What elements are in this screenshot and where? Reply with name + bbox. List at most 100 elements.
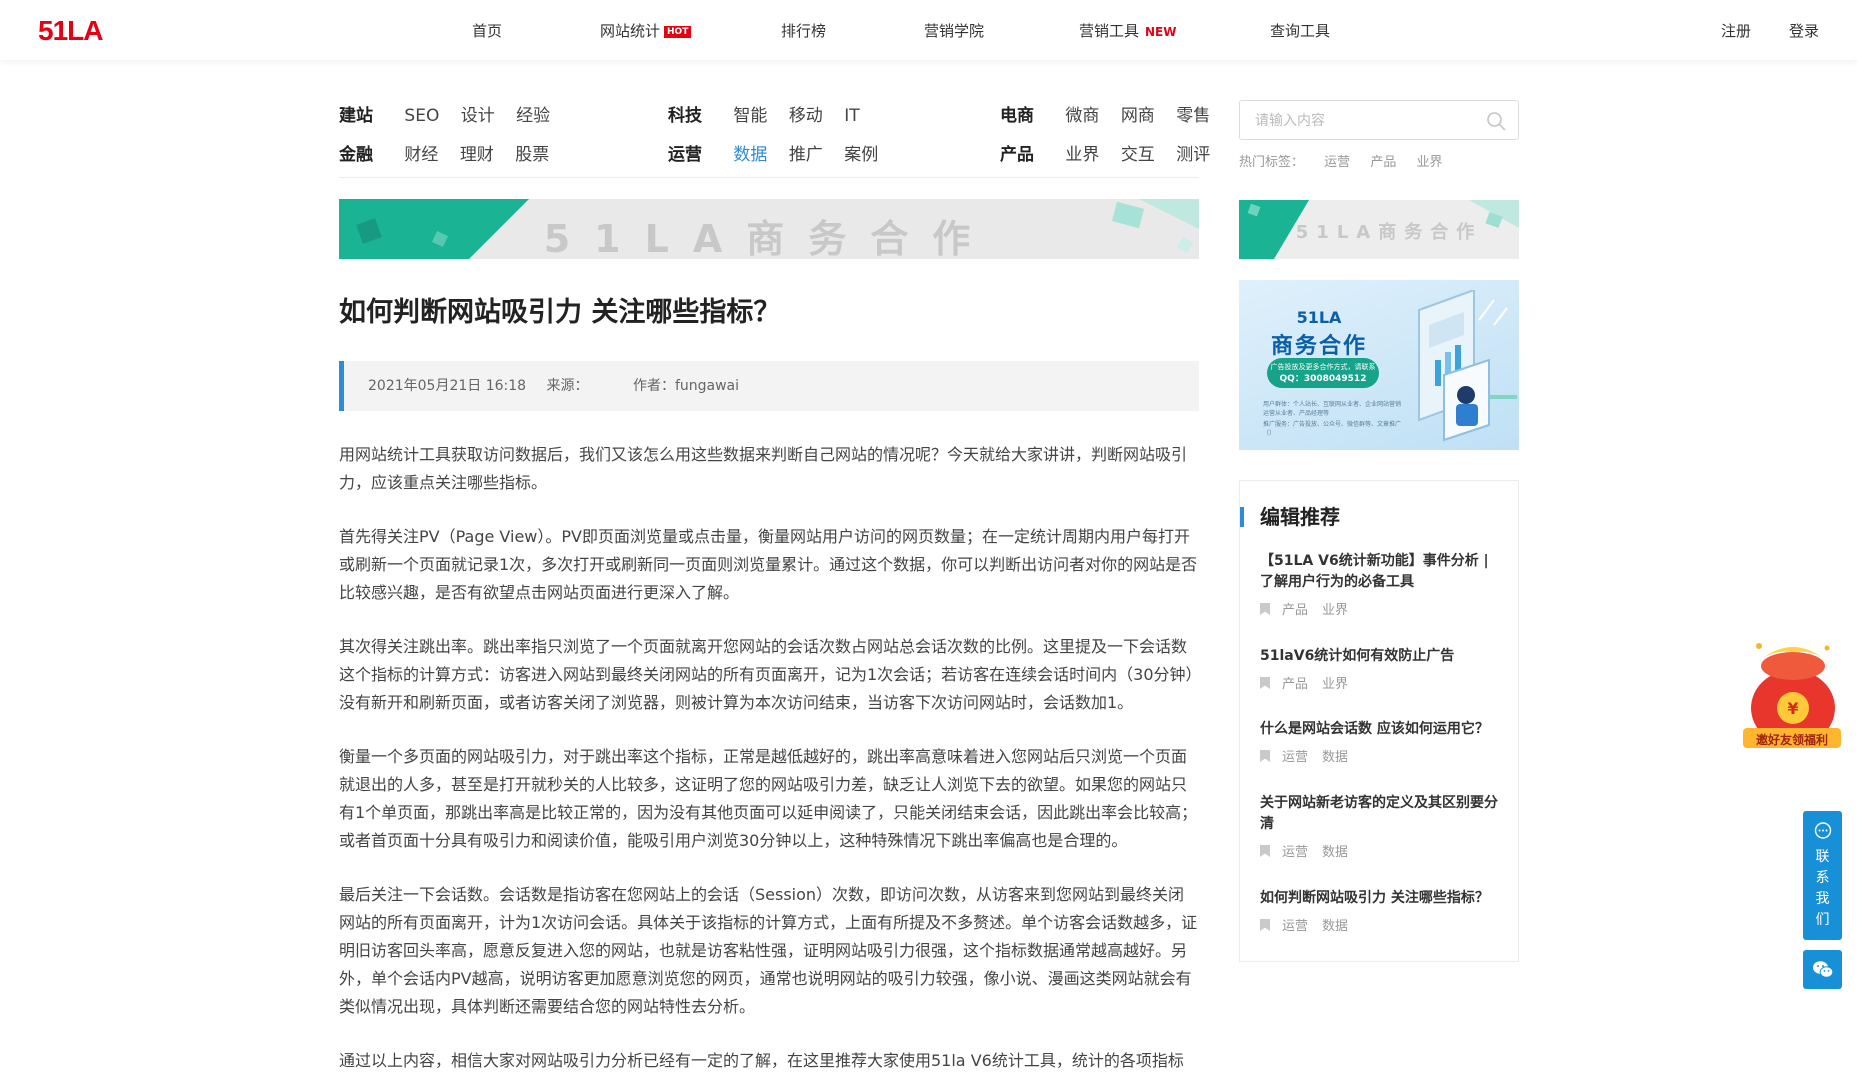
bookmark-icon [1260,677,1270,689]
business-banner-side[interactable]: 51LA商务合作 [1239,200,1519,259]
new-badge: NEW [1145,25,1177,39]
article-paragraph: 其次得关注跳出率。跳出率指只浏览了一个页面就离开您网站的会话次数占网站总会话次数… [339,637,1194,712]
recommend-tag[interactable]: 业界 [1322,677,1348,692]
category-item[interactable]: 案例 [844,145,878,165]
recommend-item-tags: 产品 业界 [1260,599,1500,618]
wechat-button[interactable] [1803,950,1842,989]
contact-us-button[interactable]: 联 系 我 们 [1803,811,1842,940]
category-item[interactable]: 设计 [461,106,495,126]
recommend-tag[interactable]: 业界 [1322,603,1348,618]
category-item[interactable]: SEO [404,106,439,126]
nav-query-tools-label: 查询工具 [1270,22,1331,40]
category-item[interactable]: 理财 [460,145,494,165]
category-item[interactable]: 网商 [1121,106,1155,126]
category-group-product: 产品 业界 交互 测评 [1000,140,1210,165]
category-item[interactable]: 财经 [404,145,438,165]
recommend-item-tags: 产品 业界 [1260,673,1500,692]
category-head[interactable]: 科技 [668,106,702,126]
nav-site-stats-label: 网站统计 [600,22,661,40]
recommend-tag[interactable]: 运营 [1282,750,1308,765]
recommend-tag[interactable]: 运营 [1282,919,1308,934]
nav-query-tools[interactable]: 查询工具 [1270,20,1330,41]
category-item[interactable]: 业界 [1065,145,1099,165]
nav-marketing-academy[interactable]: 营销学院 [924,20,984,41]
editor-recommend: 编辑推荐 【51LA V6统计新功能】事件分析 | 了解用户行为的必备工具 产品… [1239,480,1519,962]
bookmark-icon [1260,845,1270,857]
recommend-tag[interactable]: 产品 [1282,603,1308,618]
svg-text:¥: ¥ [1787,699,1798,718]
ad-service-text: 推广服务：广告投放、公众号、微信群等、文章推广（） [1263,421,1402,437]
recommend-tag[interactable]: 运营 [1282,845,1308,860]
category-item[interactable]: 移动 [789,106,823,126]
hot-tag[interactable]: 运营 [1324,155,1350,170]
nav-site-stats[interactable]: 网站统计 HOT [600,20,692,41]
ad-qq-line1: 广告投放及更多合作方式，请联系 [1270,363,1376,371]
business-banner-main[interactable]: 51LA商务合作 [339,199,1199,259]
category-head[interactable]: 产品 [1000,145,1034,165]
ad-qq-number: QQ：3008049512 [1279,374,1367,384]
side-business-ad[interactable]: 51LA 商务合作 广告投放及更多合作方式，请联系 QQ：3008049512 … [1239,280,1519,450]
nav-home[interactable]: 首页 [472,20,502,41]
recommend-item-title[interactable]: 关于网站新老访客的定义及其区别要分清 [1260,793,1500,835]
hot-tag[interactable]: 产品 [1370,155,1396,170]
category-item[interactable]: 交互 [1121,145,1155,165]
article-author: 作者：fungawai [632,378,740,394]
category-group-build: 建站 SEO 设计 经验 [339,101,550,126]
login-link[interactable]: 登录 [1789,20,1819,41]
bookmark-icon [1260,603,1270,615]
recommend-tag[interactable]: 数据 [1322,750,1348,765]
nav-marketing-tools-label: 营销工具 [1079,22,1140,40]
search-input[interactable] [1240,101,1470,139]
nav-ranking-label: 排行榜 [781,22,827,40]
recommend-tag[interactable]: 数据 [1322,845,1348,860]
category-divider [339,177,1199,178]
hot-badge: HOT [664,26,692,38]
category-head[interactable]: 金融 [339,145,373,165]
category-item[interactable]: 微商 [1065,106,1099,126]
recommend-item-tags: 运营 数据 [1260,841,1500,860]
category-item[interactable]: 零售 [1176,106,1210,126]
recommend-item-title[interactable]: 什么是网站会话数 应该如何运用它？ [1260,719,1500,740]
contact-char: 联 [1815,849,1830,865]
recommend-tag[interactable]: 数据 [1322,919,1348,934]
contact-label: 联 系 我 们 [1803,847,1842,931]
category-head[interactable]: 运营 [668,145,702,165]
recommend-item-tags: 运营 数据 [1260,746,1500,765]
bookmark-icon [1260,919,1270,931]
category-group-operations: 运营 数据 推广 案例 [668,140,878,165]
recommend-item-title[interactable]: 如何判断网站吸引力 关注哪些指标？ [1260,888,1500,909]
ad-audience-text: 用户群体：个人站长、互联网从业者、企业网站营销运营从业者、产品经理等 [1263,401,1402,417]
nav-marketing-tools[interactable]: 营销工具 NEW [1079,20,1177,41]
recommend-item: 什么是网站会话数 应该如何运用它？ 运营 数据 [1260,719,1500,765]
recommend-item: 如何判断网站吸引力 关注哪些指标？ 运营 数据 [1260,888,1500,934]
register-link[interactable]: 注册 [1721,20,1751,41]
banner-side-text: 51LA商务合作 [1295,222,1483,243]
nav-ranking[interactable]: 排行榜 [781,20,826,41]
category-item[interactable]: 经验 [516,106,550,126]
invite-gift-widget[interactable]: ¥ 邀好友领福利 [1741,636,1843,751]
category-group-ecommerce: 电商 微商 网商 零售 [1000,101,1210,126]
search-box [1239,100,1519,140]
category-item[interactable]: 推广 [789,145,823,165]
recommend-item-title[interactable]: 【51LA V6统计新功能】事件分析 | 了解用户行为的必备工具 [1260,551,1500,593]
category-item[interactable]: 股票 [515,145,549,165]
category-item-active[interactable]: 数据 [733,145,767,165]
hot-tag[interactable]: 业界 [1416,155,1442,170]
recommend-tag[interactable]: 产品 [1282,677,1308,692]
category-item[interactable]: 测评 [1176,145,1210,165]
nav-marketing-academy-label: 营销学院 [924,22,985,40]
category-item[interactable]: IT [844,106,859,126]
hot-tags-label: 热门标签： [1239,155,1305,170]
article-paragraph: 最后关注一下会话数。会话数是指访客在您网站上的会话（Session）次数，即访问… [339,885,1198,1016]
category-item[interactable]: 智能 [733,106,767,126]
ad-title-main: 商务合作 [1270,334,1367,359]
article-paragraph: 通过以上内容，相信大家对网站吸引力分析已经有一定的了解，在这里推荐大家使用51l… [339,1051,1184,1080]
category-head[interactable]: 电商 [1000,106,1034,126]
wechat-icon [1813,961,1834,978]
bookmark-icon [1260,750,1270,762]
recommend-item: 【51LA V6统计新功能】事件分析 | 了解用户行为的必备工具 产品 业界 [1260,551,1500,618]
search-icon[interactable] [1486,111,1506,131]
nav-home-label: 首页 [472,22,503,40]
recommend-item-title[interactable]: 51laV6统计如何有效防止广告 [1260,646,1500,667]
category-head[interactable]: 建站 [339,106,373,126]
